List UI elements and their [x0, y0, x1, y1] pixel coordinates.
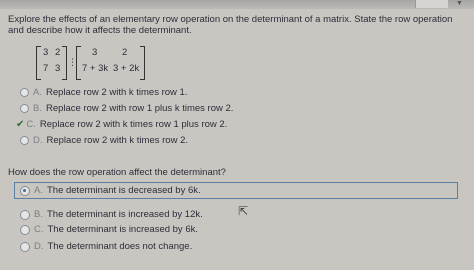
matrix-a-cell: 2: [55, 47, 61, 58]
option-text: The determinant is increased by 6k.: [47, 224, 199, 235]
option-letter: A.: [33, 87, 42, 98]
radio-button[interactable]: [20, 241, 30, 252]
left-bracket: [76, 46, 81, 80]
matrix-display: 3 2 7 3 ⋮ 3 2 7 + 3k 3 + 2k: [36, 44, 156, 80]
matrix-b-cell: 3 + 2k: [113, 63, 140, 74]
answer-option-b[interactable]: B. The determinant is increased by 12k.: [20, 207, 203, 222]
answer-option-c[interactable]: C. The determinant is increased by 6k.: [20, 222, 198, 237]
radio-button-selected[interactable]: [20, 185, 30, 196]
option-text: Replace row 2 with k times row 1.: [45, 87, 188, 98]
row-option-a[interactable]: A. Replace row 2 with k times row 1.: [20, 86, 187, 99]
option-letter: C.: [34, 224, 44, 235]
option-letter: D.: [33, 135, 43, 146]
radio-button[interactable]: [20, 104, 29, 113]
top-tab[interactable]: [415, 0, 448, 8]
answer-option-a[interactable]: A. The determinant is decreased by 6k.: [20, 183, 201, 198]
radio-button[interactable]: [20, 224, 30, 235]
radio-button[interactable]: [20, 136, 29, 145]
option-letter: D.: [34, 241, 44, 252]
option-text: The determinant is decreased by 6k.: [46, 185, 201, 196]
row-option-d[interactable]: D. Replace row 2 with k times row 2.: [20, 134, 188, 147]
sub-question: How does the row operation affect the de…: [8, 167, 226, 178]
right-bracket: [140, 46, 145, 80]
check-icon: ✔: [16, 119, 25, 130]
top-toolbar-strip: [0, 0, 474, 9]
left-bracket: [36, 46, 41, 80]
option-letter: B.: [33, 103, 42, 114]
mouse-cursor-icon: ⇱: [238, 204, 249, 218]
option-text: Replace row 2 with k times row 2.: [46, 135, 189, 146]
matrix-b-cell: 2: [122, 47, 128, 58]
question-prompt: Explore the effects of an elementary row…: [8, 14, 453, 36]
matrix-a-cell: 3: [55, 63, 61, 74]
matrix-a-cell: 7: [43, 63, 49, 74]
option-letter: C.: [26, 119, 36, 130]
option-letter: B.: [34, 209, 43, 220]
option-text: Replace row 2 with row 1 plus k times ro…: [45, 103, 234, 114]
option-letter: A.: [34, 185, 43, 196]
option-text: The determinant does not change.: [47, 241, 193, 252]
option-text: Replace row 2 with k times row 1 plus ro…: [39, 119, 228, 130]
radio-button[interactable]: [20, 88, 29, 97]
matrix-a-cell: 3: [43, 47, 49, 58]
radio-button[interactable]: [20, 209, 30, 220]
matrix-b-cell: 7 + 3k: [82, 63, 109, 74]
dropdown-arrow-icon[interactable]: ▼: [456, 0, 463, 8]
row-option-b[interactable]: B. Replace row 2 with row 1 plus k times…: [20, 102, 233, 115]
option-text: The determinant is increased by 12k.: [46, 209, 203, 220]
answer-option-d[interactable]: D. The determinant does not change.: [20, 239, 192, 254]
right-bracket: [62, 46, 67, 80]
matrix-b-cell: 3: [92, 47, 98, 58]
row-option-c[interactable]: ✔ C. Replace row 2 with k times row 1 pl…: [16, 118, 228, 131]
